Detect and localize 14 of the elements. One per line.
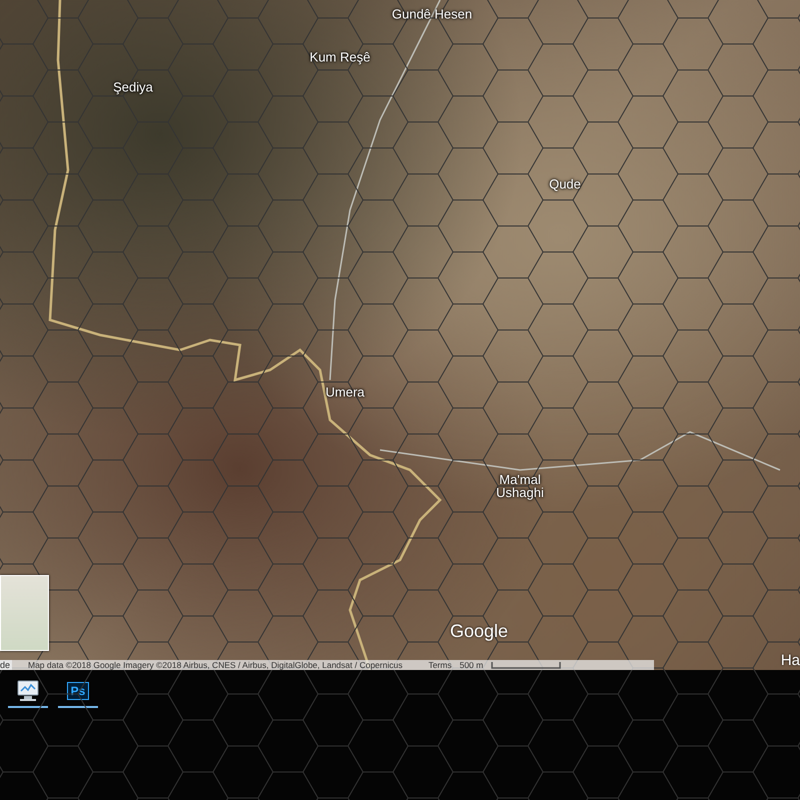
scale-bar-icon bbox=[491, 661, 562, 669]
place-label: Gundê Hesen bbox=[392, 8, 472, 20]
place-label: Şediya bbox=[113, 80, 153, 94]
terms-link[interactable]: Terms bbox=[428, 660, 452, 670]
place-label: Umera bbox=[326, 386, 364, 398]
attribution-text: Map data ©2018 Google Imagery ©2018 Airbus, CNES / Airbus, DigitalGlobe, Landsat / Copernicus bbox=[28, 660, 402, 670]
scale-label: 500 m bbox=[460, 660, 484, 670]
map-thumbnail[interactable] bbox=[0, 575, 49, 651]
map-logo: Google bbox=[450, 621, 508, 642]
place-label: Ha bbox=[780, 652, 800, 669]
place-label: de bbox=[0, 660, 12, 670]
place-label: Qude bbox=[549, 178, 581, 190]
place-label: Kum Reşê bbox=[310, 50, 370, 64]
place-label: Ma'mal Ushaghi bbox=[496, 473, 544, 499]
